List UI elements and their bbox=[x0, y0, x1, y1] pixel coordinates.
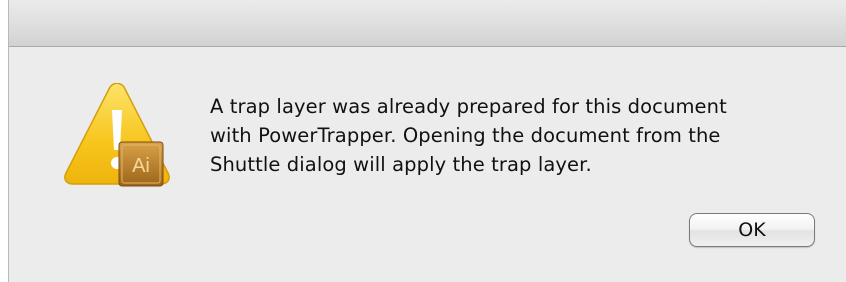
dialog-titlebar bbox=[9, 0, 846, 47]
alert-icon-group: Ai bbox=[62, 82, 172, 193]
message-line: with PowerTrapper. Opening the document … bbox=[210, 124, 721, 147]
illustrator-app-icon: Ai bbox=[118, 141, 164, 187]
app-badge-text: Ai bbox=[132, 155, 150, 177]
alert-message: A trap layer was already prepared for th… bbox=[210, 92, 830, 179]
message-line: A trap layer was already prepared for th… bbox=[210, 95, 727, 118]
ok-button[interactable]: OK bbox=[689, 213, 815, 247]
alert-dialog: Ai A trap layer was already prepared for… bbox=[8, 0, 846, 282]
message-line: Shuttle dialog will apply the trap layer… bbox=[210, 153, 592, 176]
